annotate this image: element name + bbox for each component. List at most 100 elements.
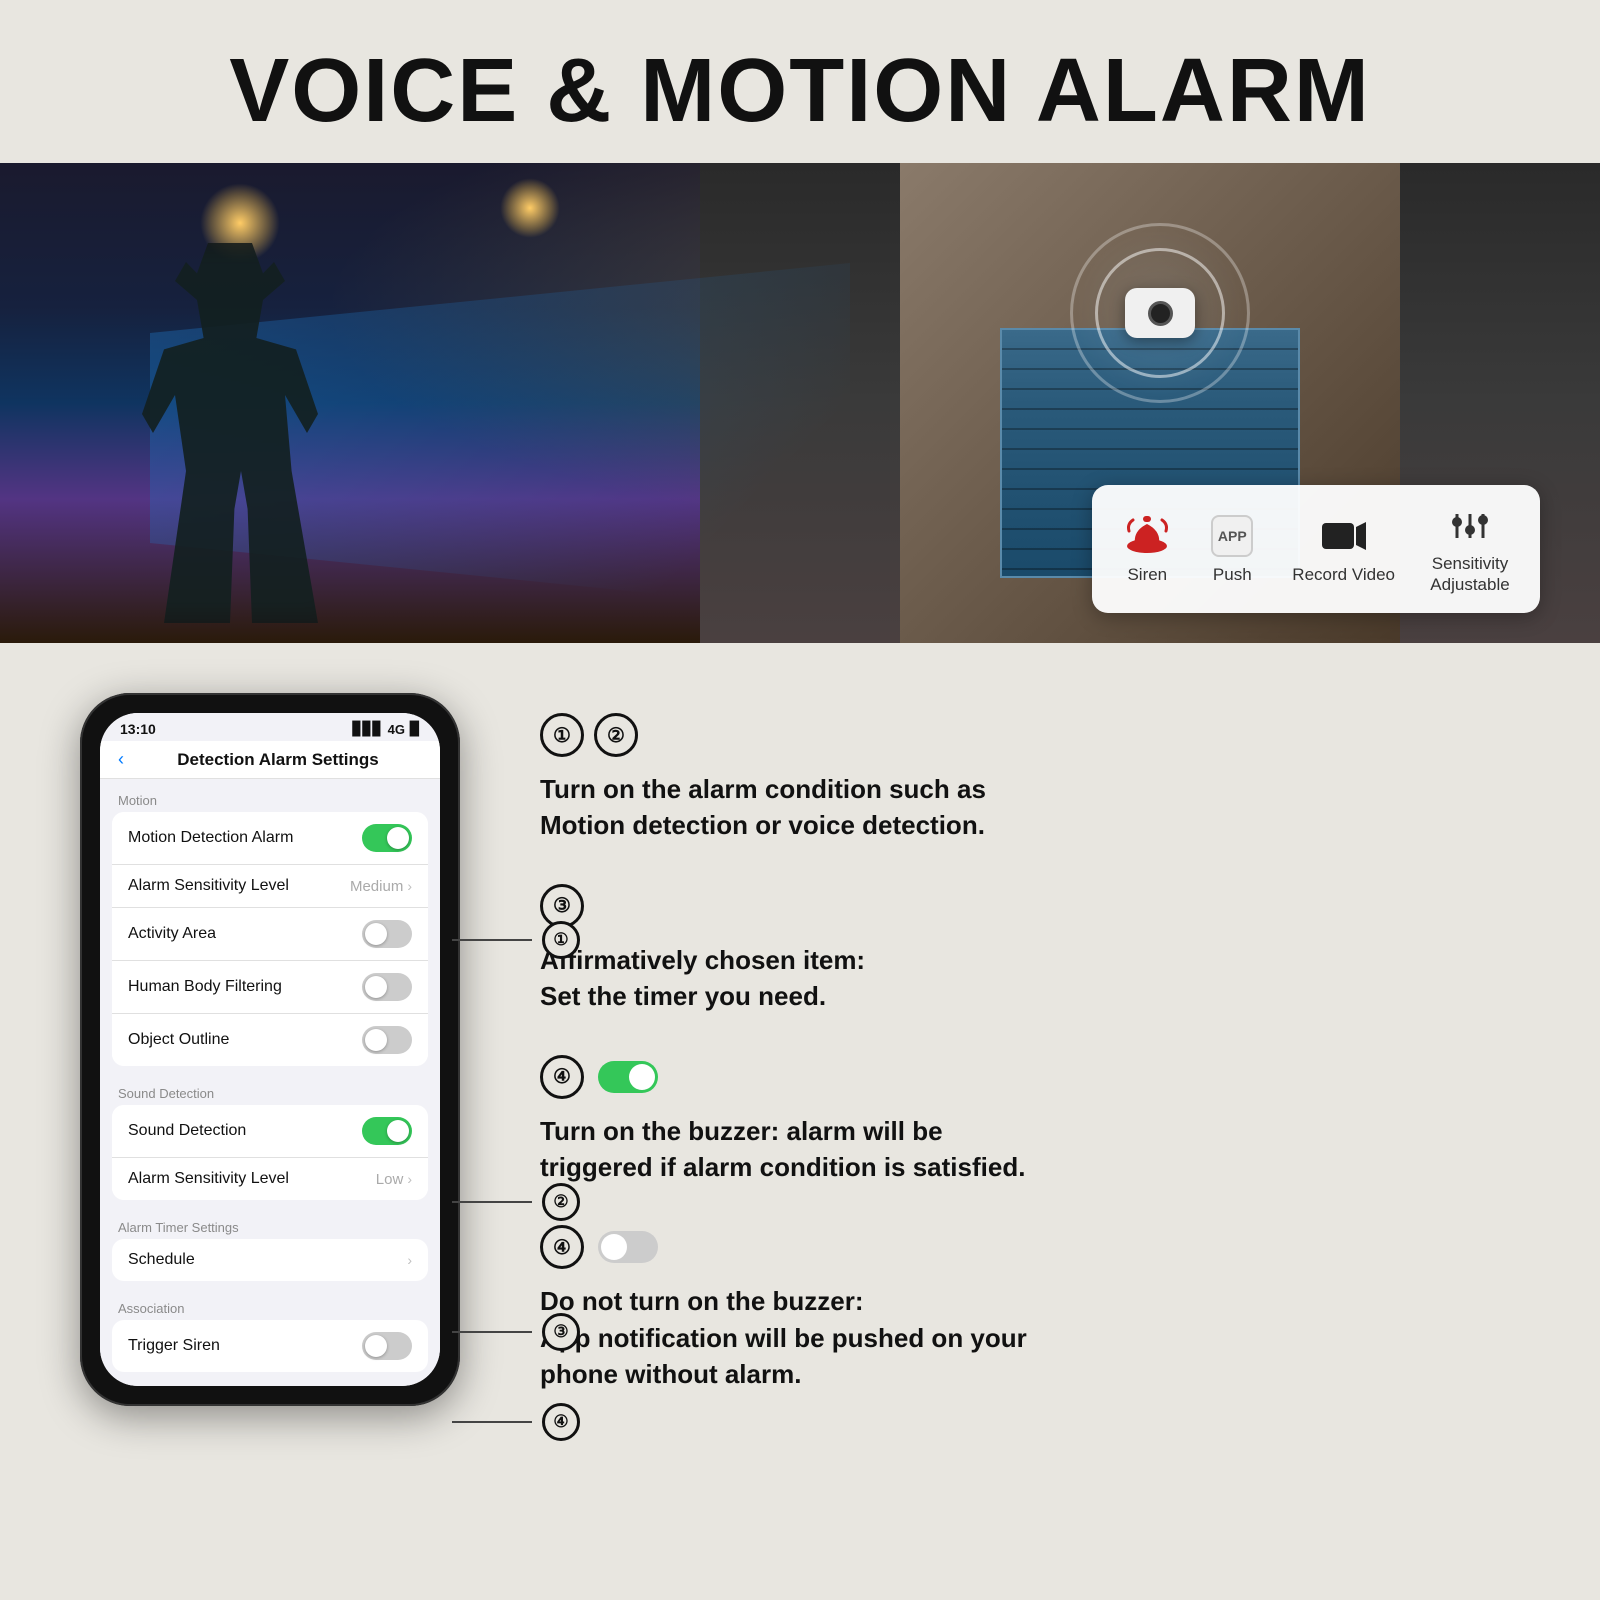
schedule-chevron: ›	[407, 1252, 412, 1268]
human-body-filtering-label: Human Body Filtering	[128, 978, 282, 996]
toggle-on-illustration	[598, 1061, 658, 1093]
hero-section: Siren APP Push Record Video	[0, 163, 1600, 643]
desc-nums-3: ③	[540, 884, 1520, 928]
desc-num-badge-2: ②	[594, 713, 638, 757]
schedule-row[interactable]: Schedule ›	[112, 1239, 428, 1281]
association-header: Association	[100, 1287, 440, 1320]
desc-nums-1-2: ① ②	[540, 713, 1520, 757]
desc-text-3: Affirmatively chosen item:Set the timer …	[540, 942, 1520, 1015]
sound-detection-header: Sound Detection	[100, 1072, 440, 1105]
alarm-sensitivity-sound-row[interactable]: Alarm Sensitivity Level Low ›	[112, 1158, 428, 1200]
desc-row-1-2: ① ② Turn on the alarm condition such asM…	[540, 713, 1520, 844]
annotation-2: ②	[452, 1183, 580, 1221]
toolbar-item-record: Record Video	[1292, 514, 1395, 585]
toggle-off-illustration	[598, 1231, 658, 1263]
human-body-filtering-row: Human Body Filtering	[112, 961, 428, 1014]
siren-label: Siren	[1127, 565, 1167, 585]
toolbar-item-push: APP Push	[1207, 514, 1257, 585]
sound-detection-row: Sound Detection	[112, 1105, 428, 1158]
desc-text-1-2: Turn on the alarm condition such asMotio…	[540, 771, 1520, 844]
siren-icon	[1122, 514, 1172, 559]
chevron-icon: ›	[407, 878, 412, 894]
annotation-line-2	[452, 1201, 532, 1203]
motion-detection-toggle[interactable]	[362, 824, 412, 852]
motion-detection-label: Motion Detection Alarm	[128, 829, 293, 847]
timer-settings-group: Schedule ›	[112, 1239, 428, 1281]
push-icon: APP	[1207, 514, 1257, 559]
toolbar-item-sensitivity: Sensitivity Adjustable	[1430, 503, 1510, 595]
title-section: VOICE & MOTION ALARM	[0, 0, 1600, 163]
alarm-sensitivity-sound-value: Low ›	[376, 1171, 412, 1188]
description-section: ① ② Turn on the alarm condition such asM…	[540, 693, 1520, 1433]
ceiling-light-2	[500, 178, 560, 238]
page-title: VOICE & MOTION ALARM	[20, 40, 1580, 143]
sensitivity-icon	[1445, 503, 1495, 548]
annotation-line-4	[452, 1421, 532, 1423]
activity-area-label: Activity Area	[128, 925, 216, 943]
annotation-4: ④	[452, 1403, 580, 1441]
desc-row-4-off: ④ Do not turn on the buzzer:App notifica…	[540, 1225, 1520, 1392]
annotation-num-3: ③	[542, 1313, 580, 1351]
annotation-3: ③	[452, 1313, 580, 1351]
object-outline-toggle[interactable]	[362, 1026, 412, 1054]
desc-text-4-off: Do not turn on the buzzer:App notificati…	[540, 1283, 1520, 1392]
record-video-label: Record Video	[1292, 565, 1395, 585]
annotation-line-1	[452, 939, 532, 941]
annotation-1: ①	[452, 921, 580, 959]
status-time: 13:10	[120, 721, 156, 737]
phone-mockup: 13:10 ▊▊▊ 4G ▉ ‹ Detection Alarm Setting…	[80, 693, 460, 1406]
desc-row-4-on: ④ Turn on the buzzer: alarm will betrigg…	[540, 1055, 1520, 1186]
sound-detection-label: Sound Detection	[128, 1122, 246, 1140]
phone-back-button[interactable]: ‹	[118, 749, 124, 770]
camera-body	[1125, 288, 1195, 338]
object-outline-label: Object Outline	[128, 1031, 229, 1049]
record-video-icon	[1319, 514, 1369, 559]
signal-icon: ▊▊▊	[353, 721, 383, 737]
object-outline-row: Object Outline	[112, 1014, 428, 1066]
annotation-line-3	[452, 1331, 532, 1333]
app-icon-box: APP	[1211, 515, 1253, 557]
hero-toolbar: Siren APP Push Record Video	[1092, 485, 1540, 613]
desc-text-4-on: Turn on the buzzer: alarm will betrigger…	[540, 1113, 1520, 1186]
activity-area-toggle[interactable]	[362, 920, 412, 948]
motion-detection-alarm-row: Motion Detection Alarm	[112, 812, 428, 865]
phone-screen: 13:10 ▊▊▊ 4G ▉ ‹ Detection Alarm Setting…	[100, 713, 440, 1386]
phone-nav-bar: ‹ Detection Alarm Settings	[100, 741, 440, 779]
alarm-sensitivity-motion-row[interactable]: Alarm Sensitivity Level Medium ›	[112, 865, 428, 908]
desc-num-badge-4-off: ④	[540, 1225, 584, 1269]
toolbar-item-siren: Siren	[1122, 514, 1172, 585]
desc-nums-4-on: ④	[540, 1055, 1520, 1099]
alarm-sensitivity-motion-label: Alarm Sensitivity Level	[128, 877, 289, 895]
phone-nav-title: Detection Alarm Settings	[134, 750, 422, 770]
association-settings-group: Trigger Siren	[112, 1320, 428, 1372]
sound-detection-toggle[interactable]	[362, 1117, 412, 1145]
phone-status-bar: 13:10 ▊▊▊ 4G ▉	[100, 713, 440, 741]
desc-row-3: ③ Affirmatively chosen item:Set the time…	[540, 884, 1520, 1015]
schedule-label: Schedule	[128, 1251, 195, 1269]
annotation-num-2: ②	[542, 1183, 580, 1221]
motion-section: Motion Motion Detection Alarm Alarm Sens…	[100, 779, 440, 1386]
annotation-num-1: ①	[542, 921, 580, 959]
alarm-sensitivity-sound-label: Alarm Sensitivity Level	[128, 1170, 289, 1188]
alarm-sensitivity-motion-value: Medium ›	[350, 878, 412, 895]
intruder-body	[120, 243, 340, 623]
trigger-siren-label: Trigger Siren	[128, 1337, 220, 1355]
phone-wrapper: 13:10 ▊▊▊ 4G ▉ ‹ Detection Alarm Setting…	[80, 693, 460, 1433]
annotation-num-4: ④	[542, 1403, 580, 1441]
battery-icon: ▉	[410, 721, 420, 737]
desc-num-badge-4-on: ④	[540, 1055, 584, 1099]
camera-lens	[1148, 301, 1173, 326]
bottom-section: 13:10 ▊▊▊ 4G ▉ ‹ Detection Alarm Setting…	[0, 643, 1600, 1483]
chevron-icon-sound: ›	[407, 1171, 412, 1187]
trigger-siren-row: Trigger Siren	[112, 1320, 428, 1372]
intruder-figure	[120, 243, 340, 623]
sensitivity-label: Sensitivity Adjustable	[1430, 554, 1510, 595]
push-label: Push	[1213, 565, 1252, 585]
desc-nums-4-off: ④	[540, 1225, 1520, 1269]
desc-num-badge-1: ①	[540, 713, 584, 757]
human-body-filtering-toggle[interactable]	[362, 973, 412, 1001]
network-label: 4G	[388, 722, 405, 737]
trigger-siren-toggle[interactable]	[362, 1332, 412, 1360]
motion-settings-group: Motion Detection Alarm Alarm Sensitivity…	[112, 812, 428, 1066]
timer-settings-header: Alarm Timer Settings	[100, 1206, 440, 1239]
